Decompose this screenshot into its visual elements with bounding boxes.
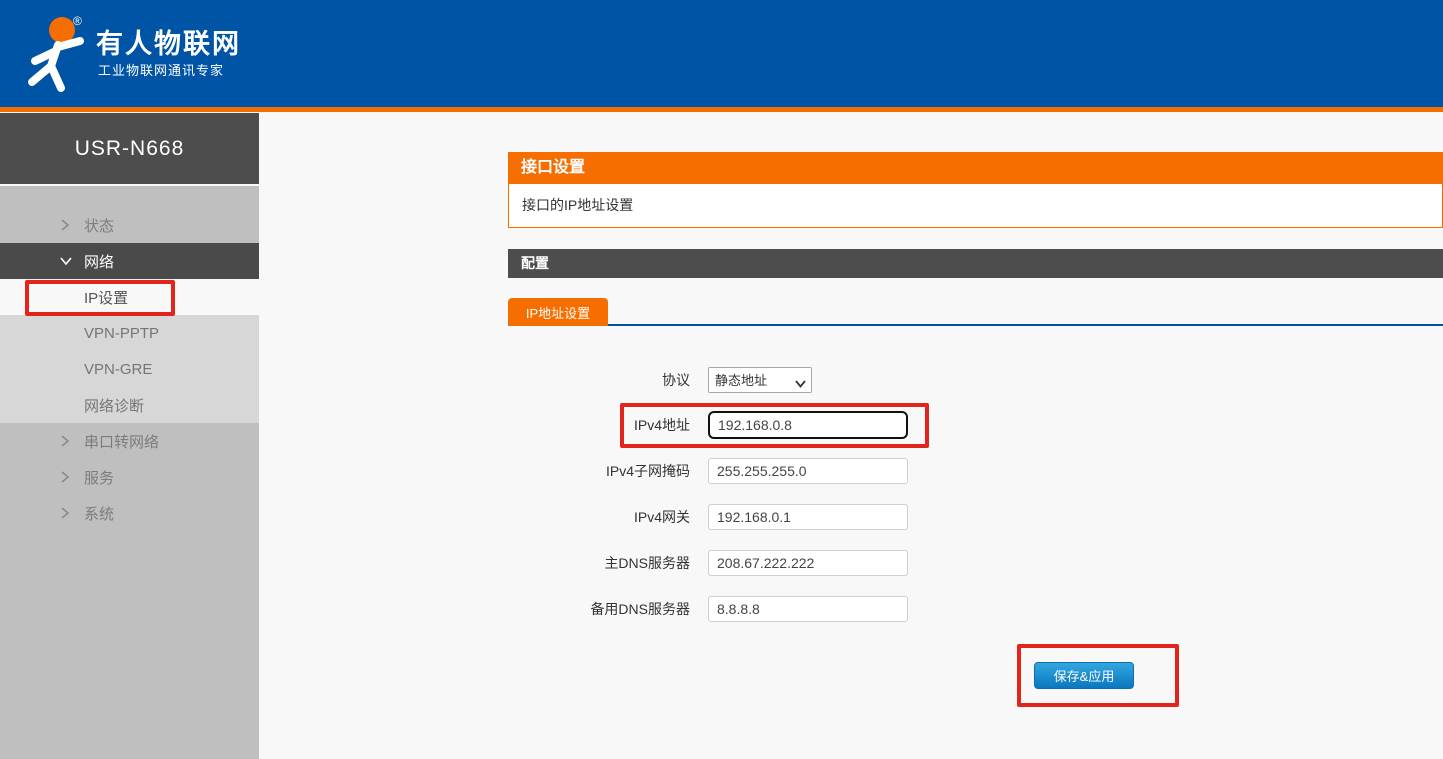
primary-dns-input[interactable] [708, 550, 908, 576]
sidebar-nav: 状态 网络 IP设置 VPN-PPTP VPN-GRE 网络诊断 串口转网络 [0, 186, 259, 759]
sidebar-item-vpn-gre[interactable]: VPN-GRE [0, 351, 259, 387]
ipv4-address-label: IPv4地址 [440, 411, 690, 439]
backup-dns-wrap [708, 596, 908, 622]
section-header-config: 配置 [508, 249, 1443, 278]
page-description: 接口的IP地址设置 [508, 184, 1443, 228]
ipv4-gateway-label: IPv4网关 [440, 504, 690, 530]
chevron-down-icon [60, 255, 72, 267]
ipv4-netmask-label: IPv4子网掩码 [440, 458, 690, 484]
top-header: ® 有人物联网 工业物联网通讯专家 [0, 0, 1443, 107]
primary-dns-wrap [708, 550, 908, 576]
ipv4-netmask-wrap [708, 458, 908, 484]
chevron-right-icon [60, 507, 72, 519]
sidebar-item-status[interactable]: 状态 [0, 207, 259, 243]
ipv4-gateway-wrap [708, 504, 908, 530]
brand-slogan: 工业物联网通讯专家 [98, 60, 224, 79]
sidebar-item-network-diagnosis[interactable]: 网络诊断 [0, 387, 259, 423]
protocol-select[interactable]: 静态地址 [708, 367, 812, 393]
device-model-header: USR-N668 [0, 113, 259, 184]
brand-title: 有人物联网 [96, 22, 241, 61]
chevron-right-icon [60, 219, 72, 231]
tab-underline [508, 324, 1443, 326]
ipv4-gateway-input[interactable] [708, 504, 908, 530]
sidebar-item-vpn-pptp[interactable]: VPN-PPTP [0, 315, 259, 351]
header-accent-strip [0, 107, 1443, 112]
app-root: ® 有人物联网 工业物联网通讯专家 USR-N668 状态 网络 IP设置 VP… [0, 0, 1443, 759]
sidebar-item-ip-settings[interactable]: IP设置 [0, 279, 259, 315]
page-title: 接口设置 [508, 152, 1443, 184]
tab-ip-address-settings[interactable]: IP地址设置 [508, 298, 608, 326]
protocol-select-wrap: 静态地址 [708, 367, 812, 393]
protocol-label: 协议 [440, 367, 690, 393]
ipv4-address-input[interactable] [708, 411, 908, 439]
backup-dns-input[interactable] [708, 596, 908, 622]
ipv4-netmask-input[interactable] [708, 458, 908, 484]
primary-dns-label: 主DNS服务器 [440, 550, 690, 576]
chevron-right-icon [60, 471, 72, 483]
sidebar-item-system[interactable]: 系统 [0, 495, 259, 531]
backup-dns-label: 备用DNS服务器 [440, 596, 690, 622]
sidebar-item-network[interactable]: 网络 [0, 243, 259, 279]
chevron-right-icon [60, 435, 72, 447]
sidebar-item-serial-to-network[interactable]: 串口转网络 [0, 423, 259, 459]
ipv4-address-wrap [708, 411, 908, 439]
registered-trademark: ® [73, 14, 82, 28]
save-apply-button[interactable]: 保存&应用 [1034, 662, 1134, 689]
sidebar-item-services[interactable]: 服务 [0, 459, 259, 495]
